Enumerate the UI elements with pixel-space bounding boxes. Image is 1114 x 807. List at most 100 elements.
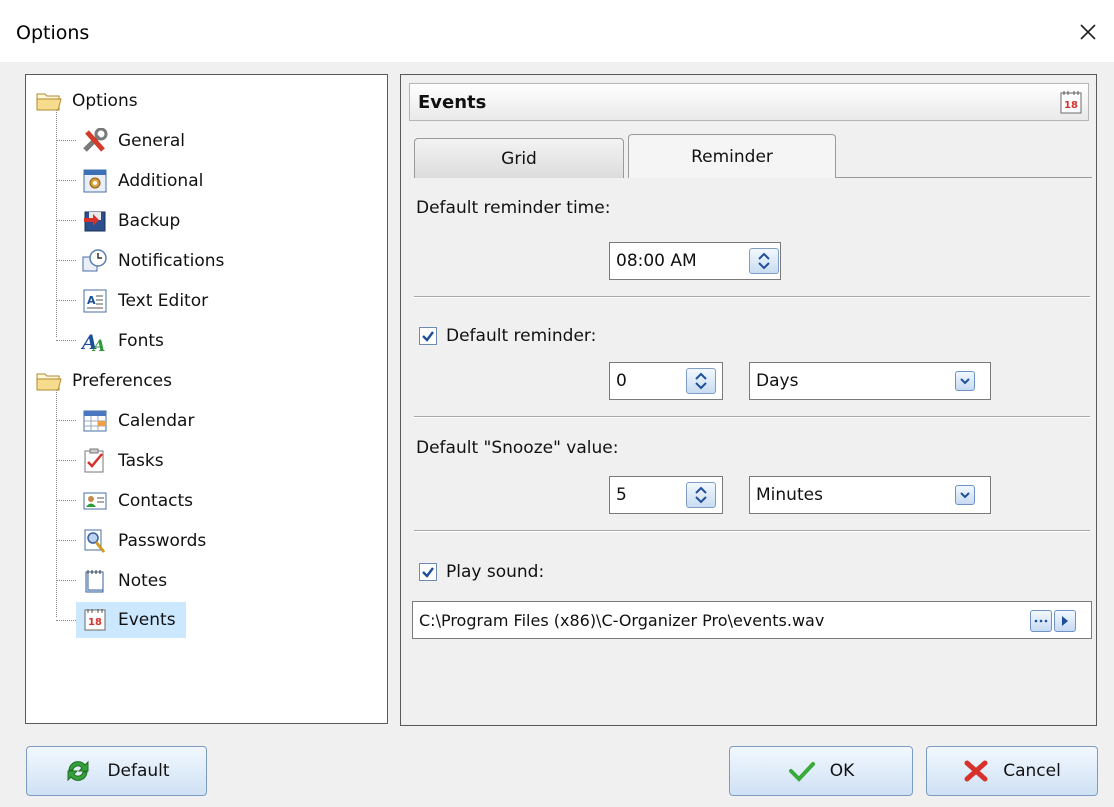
tree-item-label: Events — [118, 610, 176, 630]
ellipsis-icon — [1034, 619, 1048, 623]
fonts-icon: AA — [80, 328, 110, 354]
default-reminder-spinner[interactable] — [686, 368, 716, 394]
check-icon — [422, 567, 434, 578]
svg-text:A: A — [91, 336, 105, 353]
tools-icon — [80, 128, 110, 154]
snooze-spinner[interactable] — [686, 482, 716, 508]
snooze-unit-dropdown[interactable] — [955, 485, 975, 505]
tree-item-label: Backup — [118, 211, 181, 231]
tasks-icon — [80, 448, 110, 474]
check-icon — [788, 760, 816, 782]
tree-line — [56, 500, 76, 501]
tab-baseline — [836, 177, 1092, 178]
tree-line — [56, 300, 76, 301]
tree-line — [56, 180, 76, 181]
tree-line — [56, 540, 76, 541]
tree-item-calendar[interactable]: Calendar — [80, 405, 194, 437]
tree-item-general[interactable]: General — [80, 125, 185, 157]
default-button[interactable]: Default — [26, 746, 207, 796]
contacts-icon — [80, 488, 110, 514]
chevron-down-icon — [960, 378, 970, 385]
notes-icon — [80, 568, 110, 594]
panel-header: Events 18 — [409, 83, 1089, 121]
sound-path-input[interactable]: C:\Program Files (x86)\C-Organizer Pro\e… — [412, 601, 1092, 639]
tree-item-events[interactable]: 18 Events — [76, 602, 186, 638]
tree-line — [56, 420, 76, 421]
backup-icon — [80, 208, 110, 234]
tree-item-tasks[interactable]: Tasks — [80, 445, 164, 477]
spin-up-down-icon — [695, 486, 707, 504]
events-icon: 18 — [80, 607, 110, 633]
separator — [414, 530, 1090, 532]
tree-item-contacts[interactable]: Contacts — [80, 485, 193, 517]
folder-icon — [34, 88, 64, 114]
default-button-label: Default — [107, 761, 170, 781]
default-reminder-checkbox[interactable] — [419, 327, 437, 345]
tree-line — [56, 460, 76, 461]
default-reminder-label: Default reminder: — [446, 326, 597, 346]
cancel-button[interactable]: Cancel — [926, 746, 1098, 796]
cancel-button-label: Cancel — [1003, 761, 1061, 781]
tree-item-fonts[interactable]: AA Fonts — [80, 325, 164, 357]
separator — [414, 296, 1090, 298]
play-sound-checkbox[interactable] — [419, 563, 437, 581]
tree-item-label: General — [118, 131, 185, 151]
check-icon — [422, 331, 434, 342]
tree-item-backup[interactable]: Backup — [80, 205, 180, 237]
calendar-icon — [80, 408, 110, 434]
separator — [414, 416, 1090, 418]
tree-item-label: Notifications — [118, 251, 225, 271]
tree-item-label: Fonts — [118, 331, 164, 351]
sound-path-value: C:\Program Files (x86)\C-Organizer Pro\e… — [419, 610, 825, 630]
default-reminder-value: 0 — [616, 371, 627, 391]
tree-item-label: Notes — [118, 571, 168, 591]
ok-button-label: OK — [829, 761, 855, 781]
spin-up-down-icon — [695, 372, 707, 390]
events-icon: 18 — [1060, 90, 1082, 119]
tree-item-additional[interactable]: Additional — [80, 165, 203, 197]
tree-item-label: Tasks — [118, 451, 164, 471]
tree-item-passwords[interactable]: Passwords — [80, 525, 206, 557]
tree-line — [56, 580, 76, 581]
snooze-unit: Minutes — [756, 485, 823, 505]
window-title: Options — [16, 22, 90, 44]
title-bar: Options — [0, 0, 1114, 62]
options-tree[interactable]: Options General Additional Backup Notifi… — [25, 74, 388, 724]
play-sound-label: Play sound: — [446, 562, 545, 582]
tree-item-label: Additional — [118, 171, 204, 191]
close-icon — [1080, 24, 1096, 40]
browse-sound-button[interactable] — [1030, 610, 1052, 632]
tree-item-notes[interactable]: Notes — [80, 565, 167, 597]
tree-line — [56, 377, 57, 617]
panel-title: Events — [418, 92, 487, 113]
refresh-icon — [63, 758, 93, 784]
tree-item-text-editor[interactable]: A Text Editor — [80, 285, 208, 317]
tree-item-label: Text Editor — [118, 291, 209, 311]
tree-line — [56, 260, 76, 261]
tree-item-label: Contacts — [118, 491, 193, 511]
tree-line — [56, 620, 76, 621]
play-sound-button[interactable] — [1054, 610, 1076, 632]
close-button[interactable] — [1072, 16, 1104, 48]
tree-item-label: Passwords — [118, 531, 207, 551]
tree-group-options[interactable]: Options — [34, 85, 138, 117]
reminder-time-spinner[interactable] — [749, 248, 779, 274]
default-reminder-unit-dropdown[interactable] — [955, 371, 975, 391]
svg-text:A: A — [87, 294, 96, 307]
ok-button[interactable]: OK — [729, 746, 913, 796]
play-icon — [1062, 616, 1068, 626]
folder-icon — [34, 368, 64, 394]
spin-up-down-icon — [758, 252, 770, 270]
passwords-icon — [80, 528, 110, 554]
chevron-down-icon — [960, 492, 970, 499]
tree-group-label: Preferences — [72, 371, 172, 391]
tree-item-notifications[interactable]: Notifications — [80, 245, 224, 277]
tab-reminder[interactable]: Reminder — [628, 134, 836, 178]
snooze-value: 5 — [616, 485, 627, 505]
reminder-time-label: Default reminder time: — [416, 198, 611, 218]
tree-group-preferences[interactable]: Preferences — [34, 365, 172, 397]
svg-text:18: 18 — [1064, 100, 1078, 111]
tab-grid[interactable]: Grid — [414, 138, 624, 178]
tree-item-label: Calendar — [118, 411, 195, 431]
svg-text:18: 18 — [88, 617, 102, 628]
